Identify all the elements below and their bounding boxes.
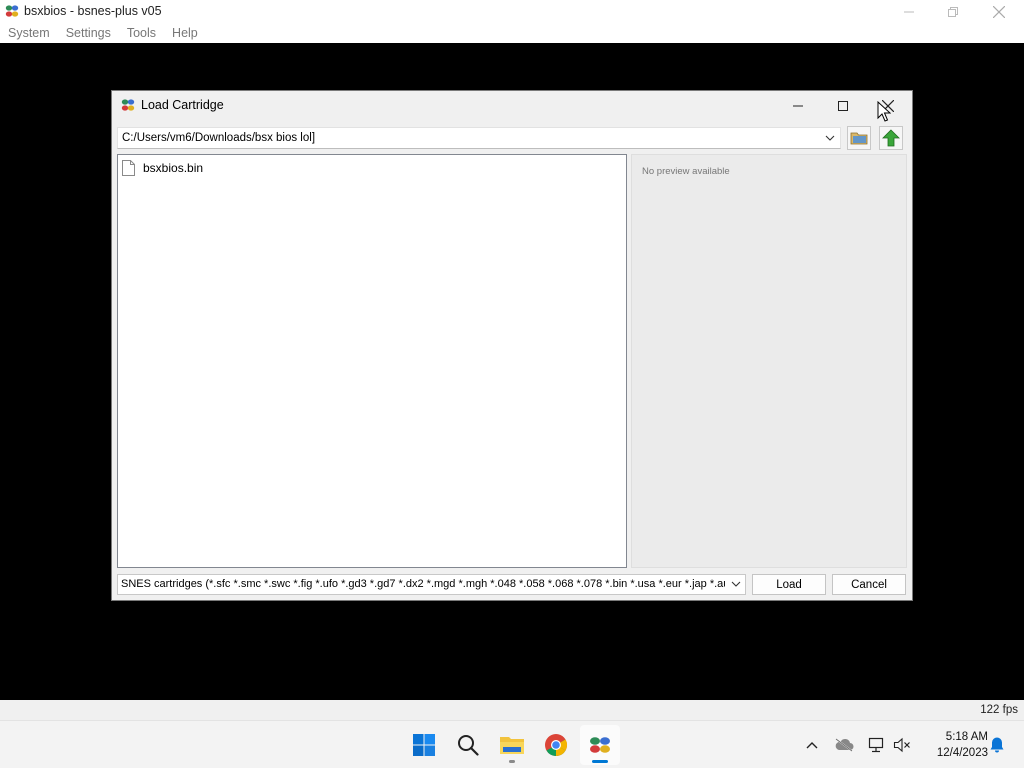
minimize-button[interactable] xyxy=(886,0,932,23)
file-list[interactable]: bsxbios.bin xyxy=(117,154,627,568)
menu-settings[interactable]: Settings xyxy=(58,23,119,43)
dialog-title-bar: Load Cartridge xyxy=(112,91,912,121)
maximize-icon xyxy=(838,101,848,111)
search-icon xyxy=(458,735,479,756)
chevron-down-icon xyxy=(730,578,742,590)
minimize-icon xyxy=(904,11,914,12)
parent-folder-button[interactable] xyxy=(879,126,903,150)
status-bar: 122 fps xyxy=(0,700,1024,720)
menu-system[interactable]: System xyxy=(0,23,58,43)
filter-value: SNES cartridges (*.sfc *.smc *.swc *.fig… xyxy=(121,578,725,590)
taskbar-search-button[interactable] xyxy=(448,725,488,765)
onedrive-icon xyxy=(835,738,854,752)
file-explorer-button[interactable] xyxy=(492,725,532,765)
bsnes-logo-icon xyxy=(5,5,19,17)
restore-icon xyxy=(948,6,958,17)
notification-bell-icon xyxy=(990,737,1004,753)
show-hidden-icons-button[interactable] xyxy=(802,735,822,755)
cancel-button[interactable]: Cancel xyxy=(832,574,906,595)
taskbar-clock[interactable]: 5:18 AM 12/4/2023 xyxy=(918,729,988,761)
window-title: bsxbios - bsnes-plus v05 xyxy=(24,4,162,18)
volume-muted-icon xyxy=(893,737,910,753)
preview-pane: No preview available xyxy=(631,154,907,568)
chrome-button[interactable] xyxy=(536,725,576,765)
dialog-title: Load Cartridge xyxy=(141,98,224,112)
bsnes-icon xyxy=(590,737,610,753)
mouse-cursor-icon xyxy=(877,101,891,122)
menu-bar: System Settings Tools Help xyxy=(0,23,1024,43)
browse-folder-button[interactable] xyxy=(847,126,871,150)
menu-tools[interactable]: Tools xyxy=(119,23,164,43)
path-value: C:/Users/vm6/Downloads/bsx bios lol] xyxy=(122,132,316,144)
file-explorer-icon xyxy=(500,737,524,754)
clock-date: 12/4/2023 xyxy=(936,747,988,759)
path-combobox[interactable]: C:/Users/vm6/Downloads/bsx bios lol] xyxy=(117,127,841,149)
close-icon xyxy=(993,5,1005,18)
preview-text: No preview available xyxy=(642,166,730,177)
notifications-button[interactable] xyxy=(987,735,1007,755)
chevron-up-icon xyxy=(806,742,818,749)
running-indicator xyxy=(509,760,515,763)
file-item[interactable]: bsxbios.bin xyxy=(122,159,203,177)
taskbar: 5:18 AM 12/4/2023 xyxy=(0,720,1024,768)
bsnes-logo-icon xyxy=(121,99,135,111)
bsnes-taskbar-button[interactable] xyxy=(580,725,620,765)
dialog-minimize-button[interactable] xyxy=(776,93,820,119)
file-icon xyxy=(122,160,135,176)
chevron-down-icon xyxy=(825,135,835,141)
title-bar: bsxbios - bsnes-plus v05 xyxy=(0,0,1024,23)
network-tray-button[interactable] xyxy=(866,735,886,755)
active-indicator xyxy=(592,760,608,763)
load-cartridge-dialog: Load Cartridge C:/Users/vm6/Downloads/bs… xyxy=(111,90,913,601)
clock-time: 5:18 AM xyxy=(945,731,988,743)
main-window: bsxbios - bsnes-plus v05 System Settings… xyxy=(0,0,1024,720)
chrome-icon xyxy=(545,734,567,756)
file-type-filter[interactable]: SNES cartridges (*.sfc *.smc *.swc *.fig… xyxy=(117,574,746,595)
onedrive-tray-button[interactable] xyxy=(834,735,854,755)
close-button[interactable] xyxy=(976,0,1022,23)
network-icon xyxy=(868,737,884,753)
volume-tray-button[interactable] xyxy=(892,735,912,755)
arrow-up-icon xyxy=(882,129,900,147)
restore-button[interactable] xyxy=(930,0,976,23)
start-button[interactable] xyxy=(404,725,444,765)
folder-icon xyxy=(850,132,868,145)
fps-counter: 122 fps xyxy=(980,704,1018,716)
load-button[interactable]: Load xyxy=(752,574,826,595)
start-icon xyxy=(413,734,435,756)
menu-help[interactable]: Help xyxy=(164,23,206,43)
file-name: bsxbios.bin xyxy=(143,161,204,175)
minimize-icon xyxy=(793,105,803,107)
dialog-maximize-button[interactable] xyxy=(821,93,865,119)
